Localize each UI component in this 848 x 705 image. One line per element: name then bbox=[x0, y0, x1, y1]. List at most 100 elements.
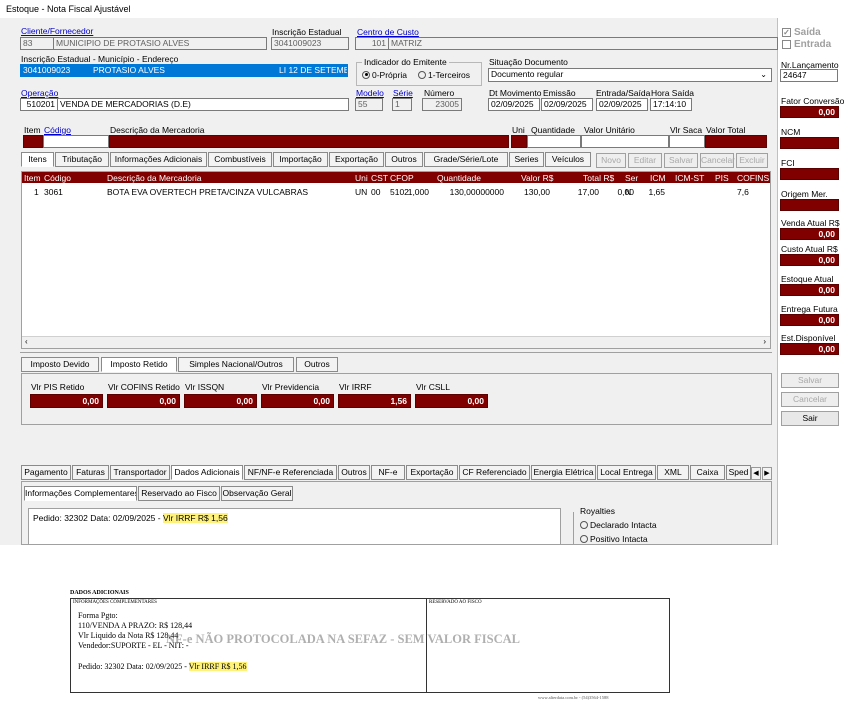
separator bbox=[20, 352, 772, 353]
endereco-field[interactable]: LI 12 DE SETEMBR bbox=[276, 64, 348, 77]
emissao-field[interactable]: 02/09/2025 bbox=[541, 98, 593, 111]
dtmov-label: Dt Movimento bbox=[489, 88, 542, 98]
imposto-tab-2[interactable]: Simples Nacional/Outros bbox=[178, 357, 294, 372]
imposto-tab-3[interactable]: Outros bbox=[296, 357, 338, 372]
radio-propria[interactable]: 0-Própria bbox=[362, 70, 407, 80]
serie-field[interactable]: 1 bbox=[392, 98, 412, 111]
centro-code-field[interactable]: 101 bbox=[355, 37, 389, 50]
bottom-tab-8[interactable]: CF Referenciado bbox=[459, 465, 530, 480]
hora-saida-label: Hora Saída bbox=[651, 88, 694, 98]
info-tab-1[interactable]: Reservado ao Fisco bbox=[138, 486, 220, 501]
municipio-field[interactable]: PROTASIO ALVES bbox=[90, 64, 276, 77]
uni-entry-field[interactable] bbox=[511, 135, 527, 148]
bottom-tab-0[interactable]: Pagamento bbox=[21, 465, 71, 480]
app-window: Estoque - Nota Fiscal Ajustável Cliente/… bbox=[0, 0, 778, 545]
tab-informa-es-adicionais[interactable]: Informações Adicionais bbox=[110, 152, 207, 167]
grid-header-10: ICM bbox=[650, 173, 666, 183]
entrada-checkbox[interactable]: Entrada bbox=[782, 39, 831, 50]
ncm-label: NCM bbox=[781, 127, 801, 137]
tab-tributa-o[interactable]: Tributação bbox=[55, 152, 109, 167]
bottom-tab-11[interactable]: XML bbox=[657, 465, 689, 480]
novo-button[interactable]: Novo bbox=[596, 153, 626, 168]
bottom-tab-6[interactable]: NF-e bbox=[371, 465, 405, 480]
fator-label: Fator Conversão bbox=[781, 96, 845, 106]
valor-unitario-entry-field[interactable] bbox=[581, 135, 669, 148]
radio-positivo[interactable]: Positivo Intacta bbox=[580, 534, 648, 544]
info-tab-2[interactable]: Observação Geral bbox=[221, 486, 293, 501]
editar-button[interactable]: Editar bbox=[628, 153, 662, 168]
origem-label: Origem Mer. bbox=[781, 189, 828, 199]
scroll-right-icon[interactable]: › bbox=[763, 337, 766, 346]
serie-label[interactable]: Série bbox=[393, 88, 413, 98]
bottom-tab-1[interactable]: Faturas bbox=[72, 465, 109, 480]
dtmov-field[interactable]: 02/09/2025 bbox=[488, 98, 540, 111]
tab-combust-veis[interactable]: Combustíveis bbox=[208, 152, 272, 167]
hora-saida-field[interactable]: 17:14:10 bbox=[650, 98, 692, 111]
info-tab-0[interactable]: Informações Complementares bbox=[24, 486, 137, 501]
grid-header-12: PIS bbox=[715, 173, 729, 183]
imposto-value-4: 1,56 bbox=[338, 394, 411, 408]
bottom-tab-7[interactable]: Exportação bbox=[406, 465, 458, 480]
ie-field[interactable]: 3041009023 bbox=[20, 64, 90, 77]
tab-ve-culos[interactable]: Veículos bbox=[545, 152, 591, 167]
custo-label: Custo Atual R$ bbox=[781, 244, 838, 254]
centro-custo-label[interactable]: Centro de Custo bbox=[357, 27, 419, 37]
codigo-entry-field[interactable] bbox=[43, 135, 109, 148]
danfe-info-label: INFORMAÇÕES COMPLEMENTARES bbox=[73, 600, 157, 605]
operacao-desc-field[interactable]: VENDA DE MERCADORIAS (D.E) bbox=[57, 98, 349, 111]
situacao-select[interactable]: Documento regular ⌄ bbox=[488, 68, 772, 82]
imposto-label-0: Vlr PIS Retido bbox=[31, 382, 85, 392]
radio-declarado[interactable]: Declarado Intacta bbox=[580, 520, 657, 530]
bottom-tab-2[interactable]: Transportador bbox=[110, 465, 170, 480]
modelo-field[interactable]: 55 bbox=[355, 98, 383, 111]
info-pedido-line: Pedido: 32302 Data: 02/09/2025 - Vlr IRR… bbox=[33, 513, 228, 523]
bottom-tab-10[interactable]: Local Entrega bbox=[597, 465, 656, 480]
bottom-tab-12[interactable]: Caixa bbox=[690, 465, 725, 480]
danfe-watermark: NF-e NÃO PROTOCOLADA NA SEFAZ - SEM VALO… bbox=[166, 632, 520, 646]
cliente-label[interactable]: Cliente/Fornecedor bbox=[21, 26, 93, 36]
cancelar-item-button[interactable]: Cancelar bbox=[700, 153, 735, 168]
scroll-left-icon[interactable]: ‹ bbox=[25, 337, 28, 346]
vlr-saca-entry-field[interactable] bbox=[669, 135, 705, 148]
tab-outros[interactable]: Outros bbox=[385, 152, 423, 167]
valor-total-entry-field[interactable] bbox=[705, 135, 767, 148]
tab-series[interactable]: Series bbox=[509, 152, 544, 167]
radio-terceiros-label: 1-Terceiros bbox=[428, 70, 471, 80]
bottom-tab-13[interactable]: Sped bbox=[726, 465, 751, 480]
entrada-saida-field[interactable]: 02/09/2025 bbox=[596, 98, 648, 111]
info-complementares-textarea[interactable]: Pedido: 32302 Data: 02/09/2025 - Vlr IRR… bbox=[28, 508, 561, 545]
operacao-label[interactable]: Operação bbox=[21, 88, 58, 98]
imposto-tab-1[interactable]: Imposto Retido bbox=[101, 357, 177, 372]
saida-checkbox[interactable]: ✓ Saída bbox=[782, 27, 821, 38]
horizontal-scrollbar[interactable]: ‹ › bbox=[22, 336, 770, 348]
cliente-code-field[interactable]: 83 bbox=[20, 37, 54, 50]
cliente-name-field[interactable]: MUNICIPIO DE PROTASIO ALVES bbox=[53, 37, 267, 50]
excluir-button[interactable]: Excluir bbox=[736, 153, 768, 168]
imposto-tab-0[interactable]: Imposto Devido bbox=[21, 357, 99, 372]
bottom-tab-4[interactable]: NF/NF-e Referenciada bbox=[244, 465, 337, 480]
tab-scroll-left-icon[interactable]: ◀ bbox=[751, 467, 761, 480]
centro-name-field[interactable]: MATRIZ bbox=[388, 37, 778, 50]
numero-field[interactable]: 23005 bbox=[422, 98, 462, 111]
bottom-tab-9[interactable]: Energia Elétrica bbox=[531, 465, 596, 480]
bottom-tab-5[interactable]: Outros bbox=[338, 465, 370, 480]
codigo-entry-label[interactable]: Código bbox=[44, 125, 71, 135]
operacao-code-field[interactable]: 510201 bbox=[20, 98, 58, 111]
tab-itens[interactable]: Itens bbox=[21, 152, 54, 167]
cancelar-button[interactable]: Cancelar bbox=[781, 392, 839, 407]
bottom-tab-3[interactable]: Dados Adicionais bbox=[171, 465, 243, 480]
inscricao-field[interactable]: 3041009023 bbox=[271, 37, 349, 50]
sair-button[interactable]: Sair bbox=[781, 411, 839, 426]
item-entry-field[interactable] bbox=[23, 135, 43, 148]
quantidade-entry-field[interactable] bbox=[527, 135, 581, 148]
descricao-entry-field[interactable] bbox=[109, 135, 509, 148]
tab-importa-o[interactable]: Importação bbox=[273, 152, 328, 167]
salvar-button[interactable]: Salvar bbox=[781, 373, 839, 388]
tab-grade-s-rie-lote[interactable]: Grade/Série/Lote bbox=[424, 152, 508, 167]
salvar-item-button[interactable]: Salvar bbox=[664, 153, 698, 168]
tab-scroll-right-icon[interactable]: ▶ bbox=[762, 467, 772, 480]
tab-exporta-o[interactable]: Exportação bbox=[329, 152, 384, 167]
nr-lancamento-field[interactable]: 24647 bbox=[780, 69, 838, 82]
modelo-label[interactable]: Modelo bbox=[356, 88, 384, 98]
radio-terceiros[interactable]: 1-Terceiros bbox=[418, 70, 470, 80]
